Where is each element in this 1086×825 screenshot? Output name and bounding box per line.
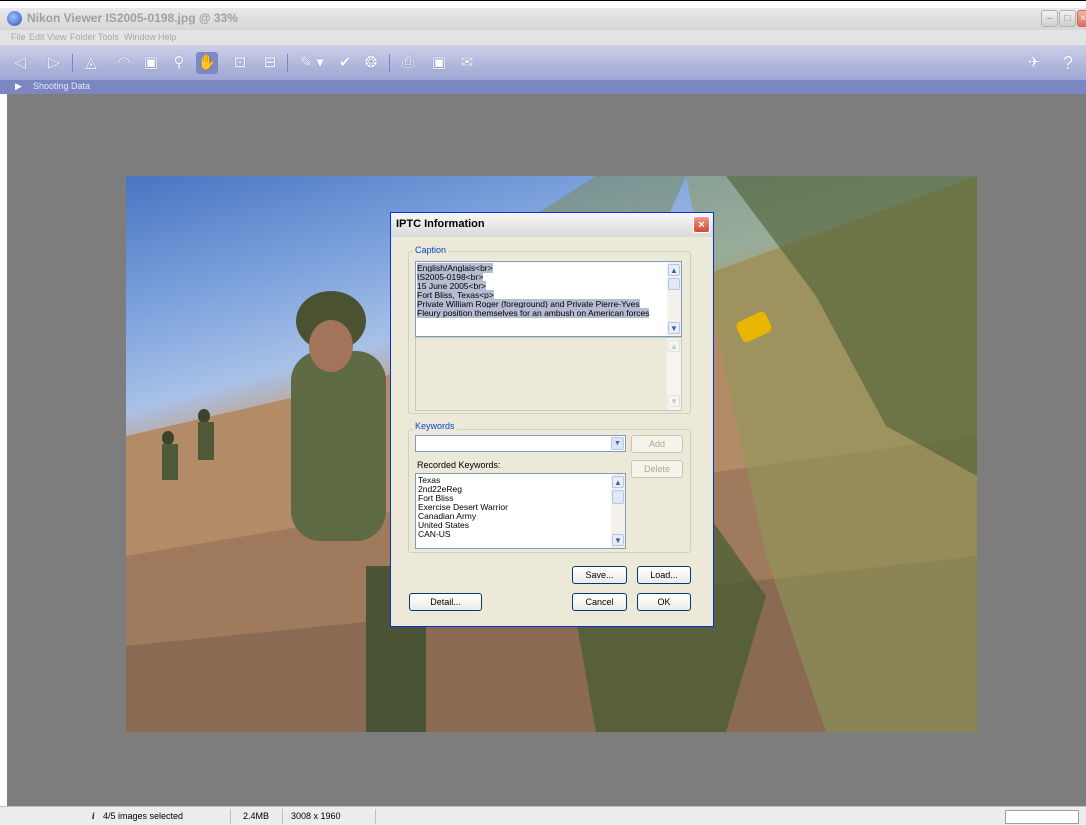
- monitor-icon[interactable]: ▣: [428, 52, 450, 74]
- info-icon: i: [92, 811, 95, 821]
- caption-scrollbar[interactable]: ▲ ▼: [667, 262, 681, 336]
- keywords-legend: Keywords: [413, 421, 457, 431]
- toolbar-separator: [72, 54, 73, 72]
- recorded-keywords-label: Recorded Keywords:: [417, 460, 501, 470]
- iptc-information-dialog: IPTC Information × Caption English/Angla…: [390, 212, 714, 627]
- mail-icon[interactable]: ✉: [456, 52, 478, 74]
- combo-dropdown-icon[interactable]: ▼: [611, 437, 624, 450]
- caption-text: English/Anglais<br> IS2005-0198<br> 15 J…: [417, 263, 670, 318]
- menu-folder[interactable]: Folder: [70, 32, 96, 42]
- previous-image-icon[interactable]: ◁: [9, 52, 31, 74]
- caption-line: Fleury position themselves for an ambush…: [417, 308, 650, 318]
- keyword-combobox[interactable]: ▼: [415, 435, 626, 452]
- caption-legend: Caption: [413, 245, 449, 255]
- scroll-down-icon[interactable]: ▼: [668, 322, 680, 334]
- actual-size-icon[interactable]: ⊟: [259, 52, 281, 74]
- fit-to-screen-icon[interactable]: ⊡: [229, 52, 251, 74]
- menu-bar: File Edit View Folder Tools Window Help: [0, 30, 1086, 45]
- scroll-thumb[interactable]: [668, 278, 680, 290]
- caption-textarea[interactable]: English/Anglais<br> IS2005-0198<br> 15 J…: [415, 261, 682, 337]
- expand-arrow-icon[interactable]: ▶: [15, 81, 22, 92]
- menu-edit[interactable]: Edit: [29, 32, 45, 42]
- toolbar-separator: [389, 54, 390, 72]
- dialog-close-button[interactable]: ×: [693, 216, 710, 233]
- selection-count: 4/5 images selected: [103, 811, 184, 821]
- menu-tools[interactable]: Tools: [98, 32, 119, 42]
- tools-icon[interactable]: ✈: [1023, 52, 1045, 74]
- menu-window[interactable]: Window: [124, 32, 156, 42]
- print-icon[interactable]: ⎙: [397, 52, 419, 74]
- toolbar: ◁ ▷ ◬ ◠ ▣ ⚲ ✋ ⊡ ⊟ ✎ ▾ ✔ ❂ ⎙ ▣ ✉ ✈ ?: [0, 45, 1086, 80]
- close-button[interactable]: ×: [1077, 10, 1086, 27]
- edit-dropdown-icon[interactable]: ▾: [314, 52, 326, 74]
- menu-view[interactable]: View: [47, 32, 66, 42]
- shooting-data-label[interactable]: Shooting Data: [33, 81, 90, 91]
- top-border: [0, 0, 1086, 1]
- status-separator: [282, 809, 283, 824]
- caption-overflow-area: ▲ ▼: [415, 337, 682, 411]
- ok-button[interactable]: OK: [637, 593, 691, 611]
- menu-help[interactable]: Help: [158, 32, 177, 42]
- rotate-left-icon[interactable]: ◬: [80, 52, 102, 74]
- recorded-keywords-list[interactable]: Texas 2nd22eReg Fort Bliss Exercise Dese…: [415, 473, 626, 549]
- delete-keyword-button[interactable]: Delete: [631, 460, 683, 478]
- dialog-title: IPTC Information: [396, 218, 485, 230]
- dialog-titlebar: IPTC Information ×: [391, 213, 713, 237]
- scroll-down-icon: ▼: [668, 395, 680, 407]
- cancel-button[interactable]: Cancel: [572, 593, 627, 611]
- toolbar-separator: [287, 54, 288, 72]
- file-size: 2.4MB: [243, 811, 270, 821]
- check-icon[interactable]: ✔: [334, 52, 356, 74]
- zoom-icon[interactable]: ⚲: [168, 52, 190, 74]
- slideshow-icon[interactable]: ▣: [140, 52, 162, 74]
- title-bar: Nikon Viewer IS2005-0198.jpg @ 33% – □ ×: [0, 8, 1086, 30]
- rotate-right-icon[interactable]: ◠: [113, 52, 135, 74]
- status-field: [1005, 810, 1079, 824]
- next-image-icon[interactable]: ▷: [43, 52, 65, 74]
- menu-file[interactable]: File: [11, 32, 26, 42]
- scroll-up-icon: ▲: [668, 340, 680, 352]
- image-dimensions: 3008 x 1960: [291, 811, 341, 821]
- keywords-list-items: Texas 2nd22eReg Fort Bliss Exercise Dese…: [418, 476, 508, 539]
- shooting-data-bar[interactable]: ▶ Shooting Data: [0, 80, 1086, 94]
- status-separator: [230, 809, 231, 824]
- window-title: Nikon Viewer IS2005-0198.jpg @ 33%: [27, 11, 238, 25]
- help-icon[interactable]: ?: [1057, 52, 1079, 74]
- nikon-app-icon: [7, 11, 22, 26]
- scroll-up-icon[interactable]: ▲: [668, 264, 680, 276]
- status-bar: i 4/5 images selected 2.4MB 3008 x 1960: [0, 806, 1086, 825]
- protect-icon[interactable]: ❂: [360, 52, 382, 74]
- status-separator: [375, 809, 376, 824]
- caption-overflow-scrollbar: ▲ ▼: [667, 338, 681, 410]
- keyword-item[interactable]: CAN-US: [418, 530, 508, 539]
- save-button[interactable]: Save...: [572, 566, 627, 584]
- scroll-up-icon[interactable]: ▲: [612, 476, 624, 488]
- detail-button[interactable]: Detail...: [409, 593, 482, 611]
- hand-tool-icon[interactable]: ✋: [196, 52, 218, 74]
- scroll-thumb[interactable]: [612, 490, 624, 504]
- load-button[interactable]: Load...: [637, 566, 691, 584]
- add-keyword-button[interactable]: Add: [631, 435, 683, 453]
- maximize-button[interactable]: □: [1059, 10, 1076, 27]
- keywords-scrollbar[interactable]: ▲ ▼: [611, 474, 625, 548]
- minimize-button[interactable]: –: [1041, 10, 1058, 27]
- scroll-down-icon[interactable]: ▼: [612, 534, 624, 546]
